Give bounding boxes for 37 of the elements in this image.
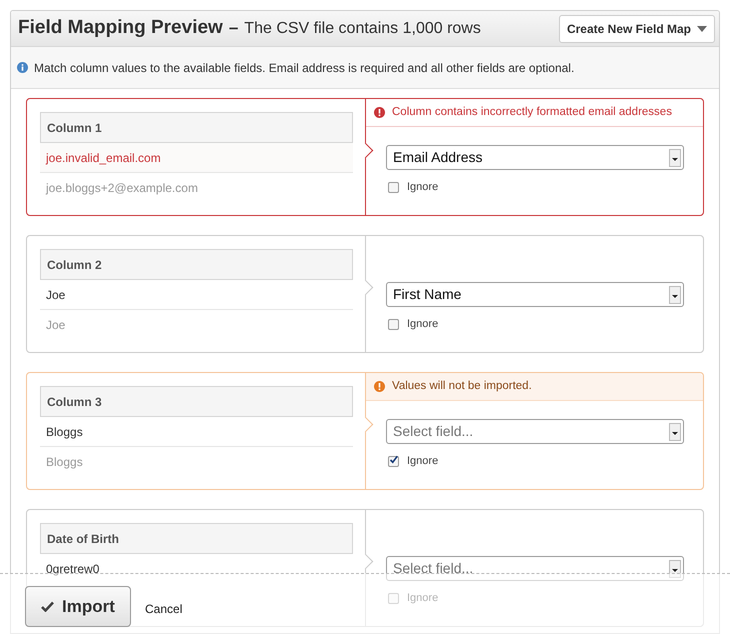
ignore-label: Ignore xyxy=(407,317,438,332)
column-heading: Date of Birth xyxy=(40,523,353,554)
alert-message: Column contains incorrectly formatted email addresses xyxy=(392,104,672,120)
ignore-label: Ignore xyxy=(407,591,438,606)
ignore-checkbox[interactable] xyxy=(388,456,399,467)
cancel-link[interactable]: Cancel xyxy=(145,600,182,618)
field-select[interactable]: First Name xyxy=(386,282,684,307)
field-select[interactable]: Select field... xyxy=(386,556,684,581)
column-value: joe.bloggs+2@example.com xyxy=(44,180,199,197)
column-heading: Column 2 xyxy=(40,249,353,280)
checkmark-icon xyxy=(41,601,54,612)
column-value: Joe xyxy=(45,317,66,334)
ignore-checkbox[interactable] xyxy=(388,182,399,193)
column-value: Bloggs xyxy=(45,454,84,471)
create-field-map-button[interactable]: Create New Field Map xyxy=(558,14,715,42)
column-value: joe.invalid_email.com xyxy=(40,143,353,173)
alert-icon xyxy=(374,381,385,392)
import-button[interactable]: Import xyxy=(25,586,131,627)
ignore-checkbox[interactable] xyxy=(388,318,399,330)
ignore-label: Ignore xyxy=(407,180,438,195)
page-subtitle: The CSV file contains 1,000 rows xyxy=(244,19,481,40)
alert-message: Values will not be imported. xyxy=(392,378,532,394)
title-separator: – xyxy=(228,17,238,40)
column-heading: Column 1 xyxy=(40,112,353,143)
column-value: 0gretrew0 xyxy=(45,561,100,578)
field-select[interactable]: Email Address xyxy=(386,145,684,170)
column-heading: Column 3 xyxy=(40,386,353,417)
alert-icon xyxy=(374,107,385,118)
ignore-label: Ignore xyxy=(407,454,438,469)
ignore-checkbox[interactable] xyxy=(388,592,399,604)
column-value: Bloggs xyxy=(40,417,353,447)
caret-icon xyxy=(697,26,707,32)
page-title: Field Mapping Preview xyxy=(18,16,223,40)
column-value: Joe xyxy=(40,280,353,310)
field-select[interactable]: Select field... xyxy=(386,419,684,444)
info-message: Match column values to the available fields. Email address is required and all other fields are optional. xyxy=(34,60,574,76)
info-icon xyxy=(17,62,28,73)
